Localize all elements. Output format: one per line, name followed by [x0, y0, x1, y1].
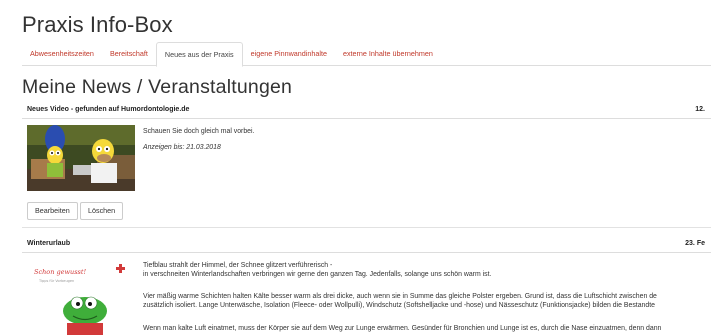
tab-bereitschaft[interactable]: Bereitschaft [102, 42, 156, 66]
news-title: Neues Video - gefunden auf Humordontolog… [27, 106, 190, 113]
news-body: Schauen Sie doch gleich mal vorbei. [143, 128, 255, 135]
video-thumbnail[interactable] [27, 125, 135, 191]
tab-neues-aus-der-praxis[interactable]: Neues aus der Praxis [155, 42, 243, 67]
tab-eigene-pinnwandinhalte[interactable]: eigene Pinnwandinhalte [243, 42, 335, 66]
tab-externe-inhalte[interactable]: externe Inhalte übernehmen [335, 42, 441, 66]
divider [22, 227, 711, 228]
news-header: Neues Video - gefunden auf Humordontolog… [22, 102, 711, 119]
news-text-line: Wenn man kalte Luft einatmet, muss der K… [143, 325, 662, 332]
page-title: Meine News / Veranstaltungen [22, 76, 293, 98]
tab-abwesenheitszeiten[interactable]: Abwesenheitszeiten [22, 42, 102, 66]
news-text-line: Tiefblau strahlt der Himmel, der Schnee … [143, 262, 333, 269]
edit-button[interactable]: Bearbeiten [27, 202, 78, 220]
news-text-line: Vier mäßig warme Schichten halten Kälte … [143, 293, 657, 300]
news-title: Winterurlaub [27, 240, 71, 247]
delete-button[interactable]: Löschen [80, 202, 124, 220]
app-title: Praxis Info-Box [22, 12, 173, 37]
news-text-line: zusätzlich isoliert. Lange Unterwäsche, … [143, 302, 655, 309]
news-image: Schon gewusst! Tipps für Vorbeugen [27, 261, 135, 335]
news-display-until: Anzeigen bis: 21.03.2018 [143, 144, 221, 151]
image-caption-top: Schon gewusst! [34, 268, 86, 276]
image-caption-sub: Tipps für Vorbeugen [38, 279, 74, 283]
news-date: 23. Fe [685, 240, 705, 247]
news-date: 12. [695, 106, 705, 113]
news-header: Winterurlaub 23. Fe [22, 236, 711, 253]
news-text-line: in verschneiten Winterlandschaften verbr… [143, 271, 492, 278]
tab-bar: Abwesenheitszeiten Bereitschaft Neues au… [22, 42, 711, 67]
